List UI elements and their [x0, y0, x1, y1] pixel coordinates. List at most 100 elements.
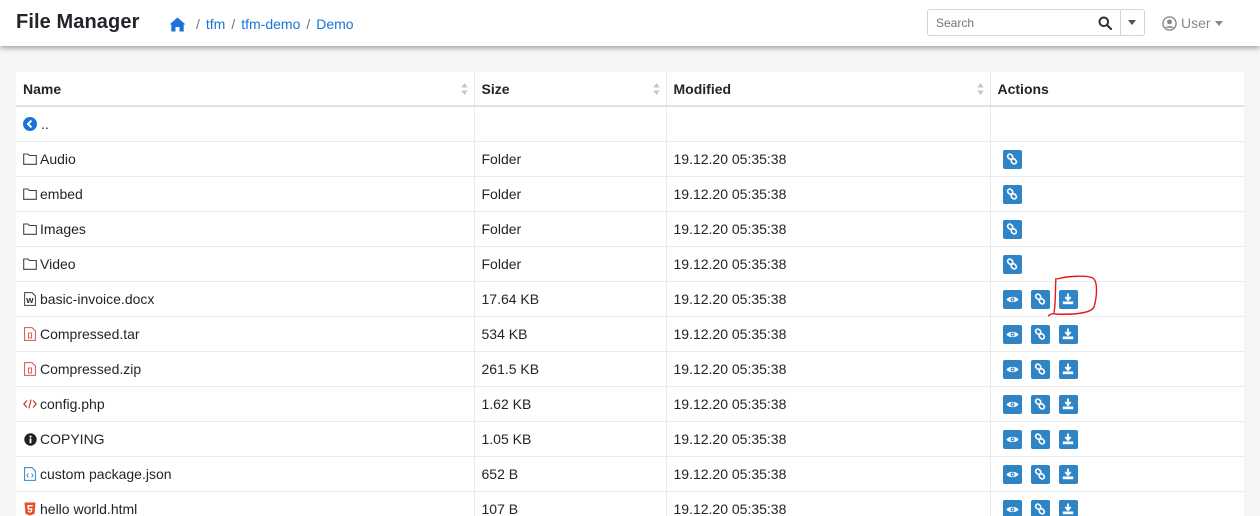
- view-button[interactable]: [1002, 499, 1022, 516]
- empty-cell: [474, 105, 667, 142]
- breadcrumb-item-tfm-demo[interactable]: tfm-demo: [241, 16, 300, 32]
- column-header-modified[interactable]: Modified: [666, 72, 991, 107]
- file-name-wrapper: Compressed.tar: [23, 318, 467, 352]
- link-button[interactable]: [1030, 359, 1050, 379]
- link-button[interactable]: [1030, 499, 1050, 516]
- download-button[interactable]: [1058, 359, 1078, 379]
- file-name-link[interactable]: hello world.html: [40, 501, 137, 516]
- file-name-wrapper: hello world.html: [23, 492, 467, 516]
- download-button[interactable]: [1058, 464, 1078, 484]
- link-button[interactable]: [1030, 464, 1050, 484]
- link-button[interactable]: [1030, 289, 1050, 309]
- breadcrumb-item-demo[interactable]: Demo: [316, 16, 353, 32]
- file-name-link[interactable]: Video: [40, 256, 76, 272]
- home-icon[interactable]: [169, 17, 186, 32]
- name-cell: COPYING: [16, 421, 475, 457]
- column-header-actions: Actions: [990, 72, 1244, 107]
- search-button[interactable]: [1091, 10, 1120, 35]
- archive-file-icon: [23, 327, 37, 341]
- eye-icon: [1006, 435, 1019, 444]
- actions-cell: [990, 176, 1244, 212]
- view-button[interactable]: [1002, 359, 1022, 379]
- word-file-icon: W: [23, 292, 37, 306]
- file-name-wrapper: Compressed.zip: [23, 353, 467, 387]
- link-button[interactable]: [1002, 184, 1022, 204]
- download-button[interactable]: [1058, 289, 1078, 309]
- column-header-name[interactable]: Name: [16, 72, 475, 107]
- view-button[interactable]: [1002, 464, 1022, 484]
- link-button[interactable]: [1002, 149, 1022, 169]
- name-cell: hello world.html: [16, 491, 475, 516]
- download-icon: [1062, 293, 1074, 305]
- search-dropdown-button[interactable]: [1119, 10, 1144, 35]
- link-button[interactable]: [1030, 324, 1050, 344]
- download-icon: [1062, 468, 1074, 480]
- file-name-link[interactable]: Compressed.tar: [40, 326, 140, 342]
- file-name-link[interactable]: embed: [40, 186, 83, 202]
- download-icon: [1062, 363, 1074, 375]
- link-button[interactable]: [1002, 219, 1022, 239]
- name-cell: Wbasic-invoice.docx: [16, 281, 475, 317]
- name-cell: Compressed.tar: [16, 316, 475, 352]
- actions-group: [998, 458, 1238, 492]
- sort-icon: [977, 83, 983, 95]
- file-name-wrapper: COPYING: [23, 423, 467, 457]
- file-name-link[interactable]: Audio: [40, 151, 76, 167]
- breadcrumb-item-tfm[interactable]: tfm: [206, 16, 225, 32]
- link-button[interactable]: [1030, 394, 1050, 414]
- search-input[interactable]: [928, 10, 1091, 35]
- modified-cell: 19.12.20 05:35:38: [666, 456, 991, 492]
- link-button[interactable]: [1002, 254, 1022, 274]
- table-row: Audio Folder 19.12.20 05:35:38: [16, 141, 1244, 177]
- folder-icon: [23, 257, 37, 271]
- modified-cell: 19.12.20 05:35:38: [666, 211, 991, 247]
- column-label: Size: [481, 80, 510, 97]
- view-button[interactable]: [1002, 289, 1022, 309]
- link-icon: [1034, 293, 1046, 305]
- modified-cell: 19.12.20 05:35:38: [666, 421, 991, 457]
- user-circle-icon: [1162, 15, 1177, 31]
- code-file-icon: [23, 467, 37, 481]
- link-icon: [1034, 398, 1046, 410]
- actions-cell: [990, 316, 1244, 352]
- name-cell: Audio: [16, 141, 475, 177]
- view-button[interactable]: [1002, 324, 1022, 344]
- app-title[interactable]: File Manager: [16, 11, 139, 34]
- table-row: hello world.html 107 B 19.12.20 05:35:38: [16, 491, 1244, 516]
- actions-group: [998, 353, 1238, 387]
- actions-cell: [990, 246, 1244, 282]
- download-button[interactable]: [1058, 324, 1078, 344]
- column-header-size[interactable]: Size: [474, 72, 667, 107]
- user-menu[interactable]: User: [1162, 15, 1223, 31]
- folder-icon: [23, 152, 37, 166]
- view-button[interactable]: [1002, 429, 1022, 449]
- view-button[interactable]: [1002, 394, 1022, 414]
- svg-text:W: W: [26, 297, 34, 305]
- table-row: Wbasic-invoice.docx 17.64 KB 19.12.20 05:3…: [16, 281, 1244, 317]
- file-name-link[interactable]: basic-invoice.docx: [40, 291, 154, 307]
- size-cell: 1.62 KB: [474, 386, 667, 422]
- breadcrumb-separator: /: [196, 16, 200, 32]
- file-name-link[interactable]: Compressed.zip: [40, 361, 141, 377]
- size-cell: 17.64 KB: [474, 281, 667, 317]
- parent-directory-link[interactable]: ..: [23, 107, 467, 141]
- link-icon: [1034, 363, 1046, 375]
- download-button[interactable]: [1058, 429, 1078, 449]
- name-cell: Compressed.zip: [16, 351, 475, 387]
- file-name-wrapper: Images: [23, 213, 467, 247]
- file-name-wrapper: Wbasic-invoice.docx: [23, 283, 467, 317]
- actions-group: [998, 423, 1238, 457]
- parent-cell: ..: [16, 105, 475, 142]
- file-name-link[interactable]: custom package.json: [40, 466, 172, 482]
- file-name-link[interactable]: COPYING: [40, 431, 105, 447]
- download-button[interactable]: [1058, 394, 1078, 414]
- file-name-link[interactable]: config.php: [40, 396, 105, 412]
- modified-cell: 19.12.20 05:35:38: [666, 176, 991, 212]
- table-row: Compressed.tar 534 KB 19.12.20 05:35:38: [16, 316, 1244, 352]
- download-icon: [1062, 433, 1074, 445]
- link-button[interactable]: [1030, 429, 1050, 449]
- chevron-down-icon: [1128, 20, 1137, 25]
- download-button[interactable]: [1058, 499, 1078, 516]
- search-group: [927, 9, 1145, 36]
- file-name-link[interactable]: Images: [40, 221, 86, 237]
